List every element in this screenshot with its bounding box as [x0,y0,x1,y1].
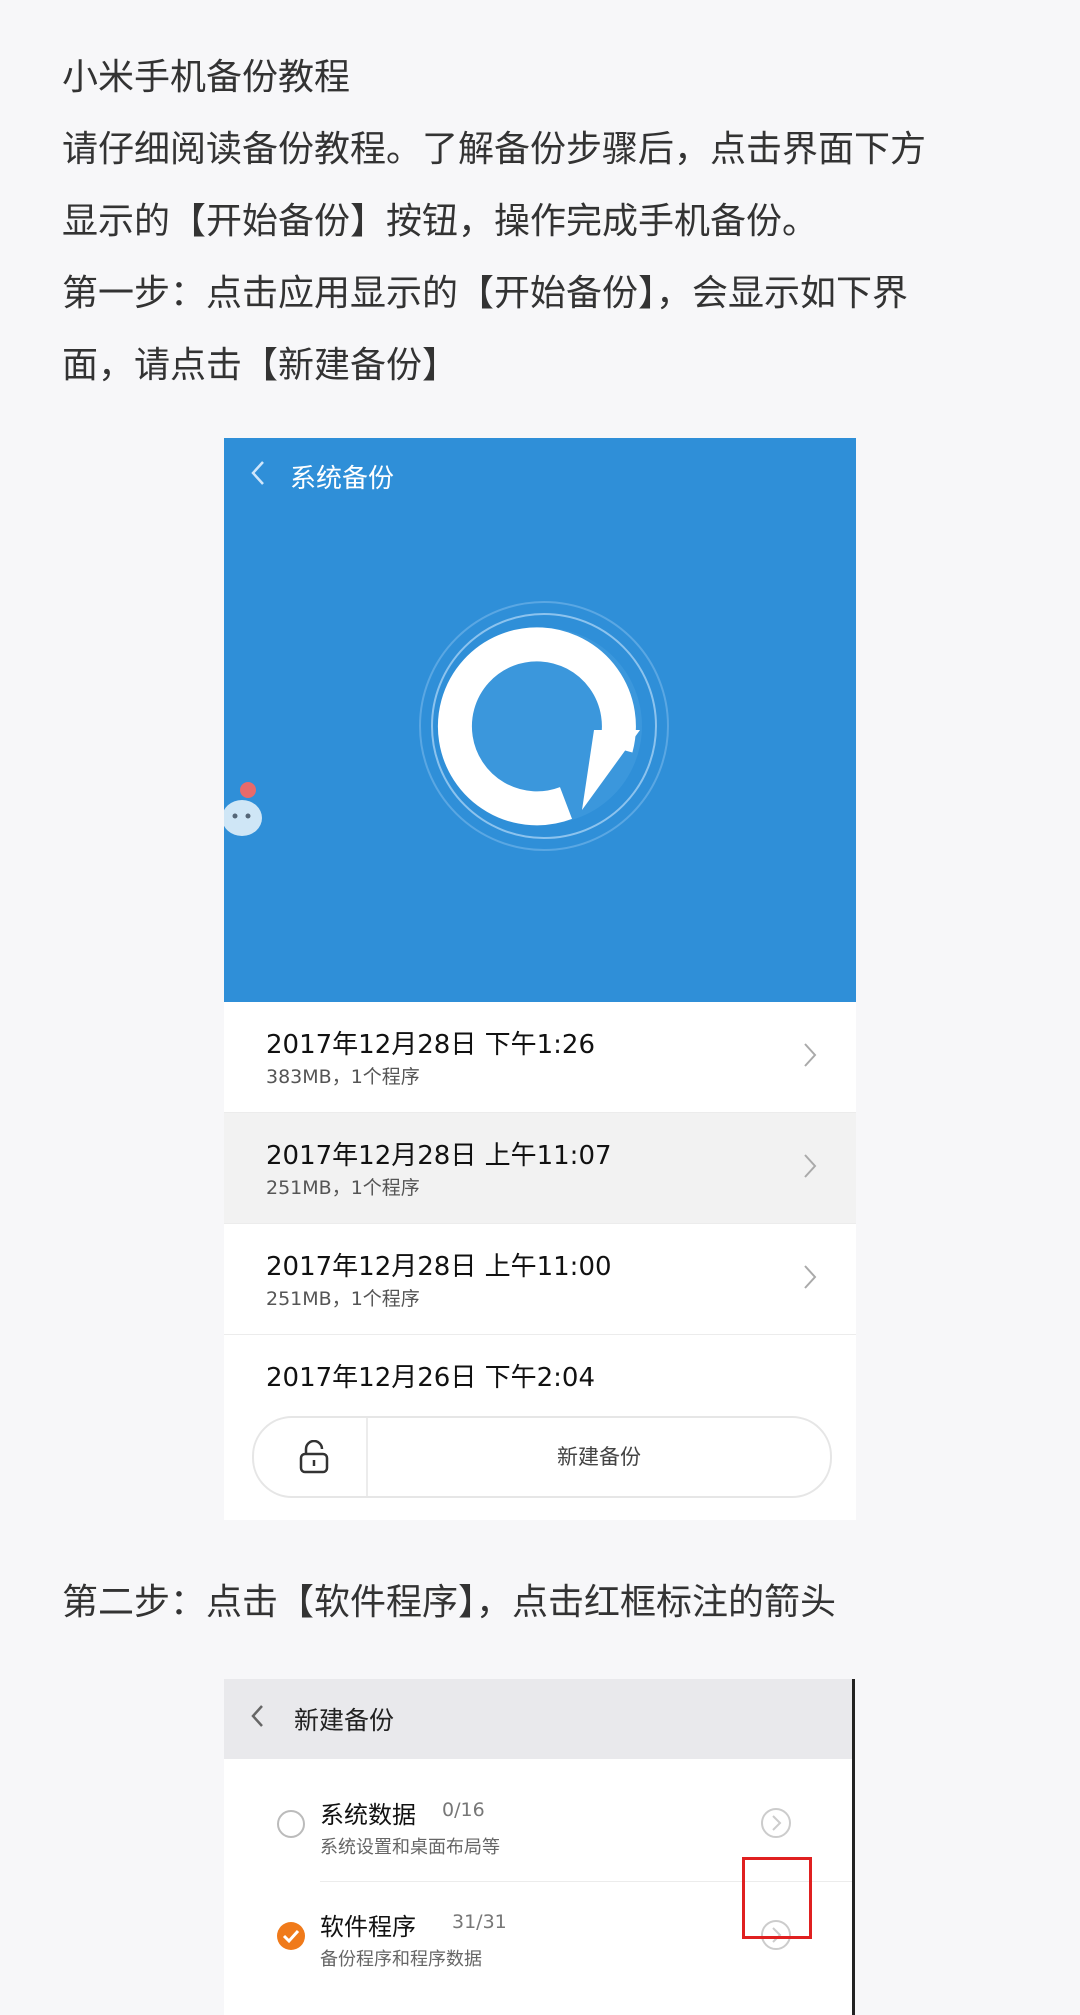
intro-line-1: 请仔细阅读备份教程。了解备份步骤后，点击界面下方 [62,129,927,170]
back-icon[interactable] [250,460,290,493]
system-backup-screenshot: 系统备份 2017年12月28日 下午1:26 383MB，1个程序 2017年… [224,438,856,1520]
backup-list: 2017年12月28日 下午1:26 383MB，1个程序 2017年12月28… [224,1002,856,1405]
chevron-circle-icon[interactable] [760,1807,792,1839]
red-highlight-box [742,1857,812,1939]
item-description: 备份程序和程序数据 [320,1949,482,1970]
backup-detail: 251MB，1个程序 [266,1288,420,1310]
article: 小米手机备份教程 请仔细阅读备份教程。了解备份步骤后，点击界面下方 显示的【开始… [62,42,1022,402]
backup-item[interactable]: 2017年12月26日 下午2:04 [224,1335,856,1405]
unlock-icon[interactable] [298,1440,330,1474]
chevron-right-icon [804,1265,817,1289]
backup-item[interactable]: 2017年12月28日 上午11:00 251MB，1个程序 [224,1224,856,1335]
page-title: 新建备份 [294,1706,395,1735]
floating-assistant-icon[interactable] [224,780,266,840]
item-name: 软件程序 [320,1913,416,1941]
backup-hero: 系统备份 [224,438,856,1002]
chevron-right-icon [804,1154,817,1178]
backup-date: 2017年12月28日 上午11:07 [266,1141,612,1171]
item-description: 系统设置和桌面布局等 [320,1837,500,1858]
backup-date: 2017年12月26日 下午2:04 [266,1363,595,1393]
step2-text: 第二步：点击【软件程序】，点击红框标注的箭头 [62,1582,837,1623]
top-bar: 系统备份 [250,456,394,496]
item-count: 0/16 [442,1799,485,1821]
top-bar: 新建备份 [224,1679,852,1759]
step1-line-1: 第一步：点击应用显示的【开始备份】，会显示如下界 [62,273,909,314]
page-title: 系统备份 [290,463,395,494]
backup-date: 2017年12月28日 上午11:00 [266,1252,612,1282]
chevron-right-icon [804,1043,817,1067]
item-count: 31/31 [452,1911,507,1933]
back-icon[interactable] [224,1704,294,1735]
backup-detail: 383MB，1个程序 [266,1066,420,1088]
intro-line-2: 显示的【开始备份】按钮，操作完成手机备份。 [62,201,819,242]
new-backup-button[interactable]: 新建备份 [368,1418,830,1496]
backup-item[interactable]: 2017年12月28日 上午11:07 251MB，1个程序 [224,1113,856,1224]
backup-date: 2017年12月28日 下午1:26 [266,1030,595,1060]
step1-line-2: 面，请点击【新建备份】 [62,345,459,386]
bottom-action-bar: 新建备份 [252,1416,832,1498]
backup-item[interactable]: 2017年12月28日 下午1:26 383MB，1个程序 [224,1002,856,1113]
new-backup-screenshot: 新建备份 系统数据 0/16 系统设置和桌面布局等 软件程序 31/31 备份程… [224,1679,855,2015]
radio-checked-icon[interactable] [276,1921,306,1951]
backup-detail: 251MB，1个程序 [266,1177,420,1199]
item-name: 系统数据 [320,1801,416,1829]
article-title: 小米手机备份教程 [62,57,351,98]
backup-logo-icon[interactable] [416,598,672,854]
radio-unchecked-icon[interactable] [276,1809,306,1839]
